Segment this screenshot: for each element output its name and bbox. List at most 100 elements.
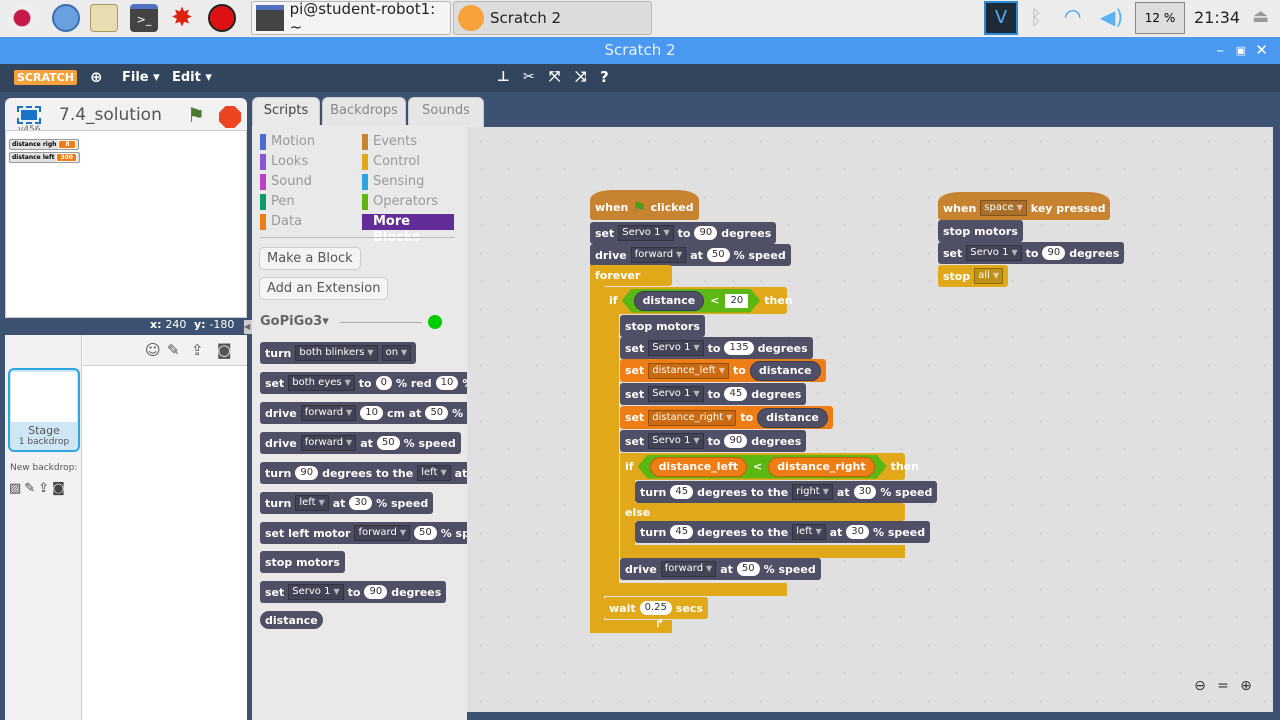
reporter-block[interactable]: distance_right — [768, 457, 874, 477]
dropdown[interactable]: Servo 1 ▼ — [288, 584, 344, 600]
number-input[interactable]: 50 — [376, 436, 400, 450]
reporter-block[interactable]: distance_left — [650, 457, 747, 477]
code-block[interactable]: set distance_right ▼ to distance — [620, 406, 833, 429]
dropdown[interactable]: both eyes ▼ — [288, 375, 355, 391]
help-icon[interactable]: ? — [600, 68, 609, 86]
code-block[interactable]: set Servo 1 ▼ to 90 degrees — [620, 430, 807, 452]
number-input[interactable]: 90 — [724, 434, 748, 448]
dropdown[interactable]: Servo 1 ▼ — [648, 433, 704, 449]
number-input[interactable]: 45 — [670, 485, 694, 499]
number-input[interactable]: 50 — [736, 562, 760, 576]
tab-scripts[interactable]: Scripts — [252, 97, 320, 127]
category-control[interactable]: Control — [362, 154, 420, 170]
dropdown[interactable]: on ▼ — [381, 345, 412, 361]
code-block[interactable]: turn90degrees to theleft▼at30 — [260, 462, 467, 484]
tab-sounds[interactable]: Sounds — [408, 97, 484, 127]
boolean-operator-block[interactable]: distance_left < distance_right — [638, 455, 887, 479]
green-flag-button[interactable]: ⚑ — [187, 103, 205, 127]
dropdown[interactable]: forward ▼ — [660, 561, 717, 577]
category-looks[interactable]: Looks — [260, 154, 308, 170]
code-block[interactable]: when ⚑ clicked — [590, 190, 699, 220]
code-block[interactable]: drive forward ▼ at 50% speed — [260, 432, 461, 454]
scratch-logo[interactable]: SCRATCH — [14, 70, 77, 85]
dropdown[interactable]: distance_left ▼ — [648, 362, 730, 379]
dropdown[interactable]: space ▼ — [980, 200, 1027, 216]
code-block[interactable]: wait 0.25 secs — [604, 597, 708, 619]
tab-backdrops[interactable]: Backdrops — [322, 97, 406, 127]
code-block[interactable]: forever — [590, 265, 672, 286]
code-block[interactable]: set Servo 1 ▼ to 90 degrees — [938, 242, 1125, 264]
code-block[interactable]: set Servo 1 ▼ to 90 degrees — [260, 581, 447, 603]
dropdown[interactable]: both blinkers ▼ — [295, 345, 378, 361]
dropdown[interactable]: left ▼ — [295, 495, 329, 511]
stage-thumbnail[interactable]: Stage 1 backdrop — [8, 368, 80, 452]
code-block[interactable]: turn 45 degrees to the right ▼ at 30% speed — [635, 481, 938, 503]
code-block[interactable]: driveforward▼10cm at50% speed — [260, 402, 467, 424]
wolfram-icon[interactable] — [208, 4, 236, 32]
web-browser-icon[interactable] — [52, 4, 80, 32]
grow-icon[interactable]: ⤧ — [549, 69, 560, 85]
code-block[interactable]: else — [620, 503, 905, 521]
number-input[interactable]: 10 — [435, 376, 459, 390]
dropdown[interactable]: forward ▼ — [630, 247, 687, 263]
dropdown[interactable]: forward ▼ — [300, 435, 357, 451]
reporter-block[interactable]: distance — [634, 291, 705, 311]
code-block[interactable]: stop all ▼ — [938, 265, 1009, 287]
variable-monitor-distance-right[interactable]: distance righ 8 — [9, 139, 80, 150]
code-block[interactable]: set left motorforward▼50% speed — [260, 522, 467, 544]
code-block[interactable]: turn 45 degrees to the left ▼ at 30% speed — [635, 521, 931, 543]
number-input[interactable]: 50 — [425, 406, 449, 420]
number-input[interactable]: 10 — [360, 406, 383, 420]
reporter-block[interactable]: distance — [757, 407, 828, 428]
dropdown[interactable]: right ▼ — [792, 484, 833, 500]
close-button[interactable]: ✕ — [1255, 37, 1268, 64]
mathematica-icon[interactable]: ✸ — [168, 4, 196, 32]
dropdown[interactable]: forward ▼ — [354, 525, 410, 541]
language-globe-icon[interactable]: ⊕ — [90, 68, 103, 86]
raspberry-menu-icon[interactable] — [8, 4, 36, 32]
dropdown[interactable]: left ▼ — [792, 524, 826, 540]
category-pen[interactable]: Pen — [260, 194, 295, 210]
dropdown[interactable]: left ▼ — [417, 465, 451, 481]
code-block[interactable]: stop motors — [260, 551, 345, 573]
category-operators[interactable]: Operators — [362, 194, 438, 210]
file-menu[interactable]: File ▾ — [122, 70, 160, 85]
bluetooth-icon[interactable]: ᛒ — [1030, 5, 1042, 29]
number-input[interactable]: 20 — [725, 294, 748, 308]
number-input[interactable]: 45 — [670, 525, 694, 539]
category-sensing[interactable]: Sensing — [362, 174, 424, 190]
camera-sprite-icon[interactable]: ◙ — [217, 341, 232, 359]
delete-scissors-icon[interactable]: ✂ — [523, 69, 535, 85]
number-input[interactable]: 30 — [853, 485, 877, 499]
boolean-operator-block[interactable]: distance <20 — [622, 289, 761, 313]
number-input[interactable]: 90 — [1042, 246, 1066, 260]
number-input[interactable]: 50 — [413, 526, 437, 540]
zoom-out-icon[interactable]: ⊖ — [1190, 678, 1210, 698]
stage-canvas[interactable]: distance righ 8 distance left 300 — [5, 130, 247, 318]
eject-icon[interactable]: ⏏ — [1252, 6, 1269, 27]
dropdown[interactable]: distance_right ▼ — [648, 409, 737, 426]
number-input[interactable]: 135 — [724, 341, 754, 355]
number-input[interactable]: 45 — [724, 387, 748, 401]
upload-sprite-icon[interactable]: ⇪ — [191, 341, 204, 359]
code-block[interactable]: distance — [260, 611, 323, 629]
choose-sprite-icon[interactable]: ☺ — [145, 341, 161, 359]
zoom-reset-icon[interactable]: = — [1213, 678, 1233, 698]
reporter-block[interactable]: distance — [749, 360, 821, 381]
number-input[interactable]: 30 — [349, 496, 373, 510]
category-events[interactable]: Events — [362, 134, 417, 150]
category-sound[interactable]: Sound — [260, 174, 312, 190]
add-extension-button[interactable]: Add an Extension — [259, 277, 389, 300]
category-more-blocks[interactable]: More Blocks — [362, 214, 454, 245]
duplicate-stamp-icon[interactable]: ⊥ — [497, 69, 510, 85]
code-block[interactable]: drive forward ▼ at 50% speed — [590, 244, 791, 266]
code-block[interactable]: turn both blinkers ▼ on ▼ — [260, 342, 417, 364]
number-input[interactable]: 0 — [375, 376, 392, 390]
code-block[interactable]: setboth eyes▼to0% red10% — [260, 372, 467, 394]
code-block[interactable]: stop motors — [938, 220, 1023, 242]
code-block[interactable]: if distance_left < distance_right then — [620, 453, 919, 480]
minimize-button[interactable]: – — [1217, 37, 1225, 64]
dropdown[interactable]: all ▼ — [974, 268, 1004, 284]
scripts-area[interactable]: when ⚑ clicked set Servo 1 ▼ to 90 degrees drive f… — [467, 127, 1273, 712]
dropdown[interactable]: Servo 1 ▼ — [618, 225, 674, 241]
